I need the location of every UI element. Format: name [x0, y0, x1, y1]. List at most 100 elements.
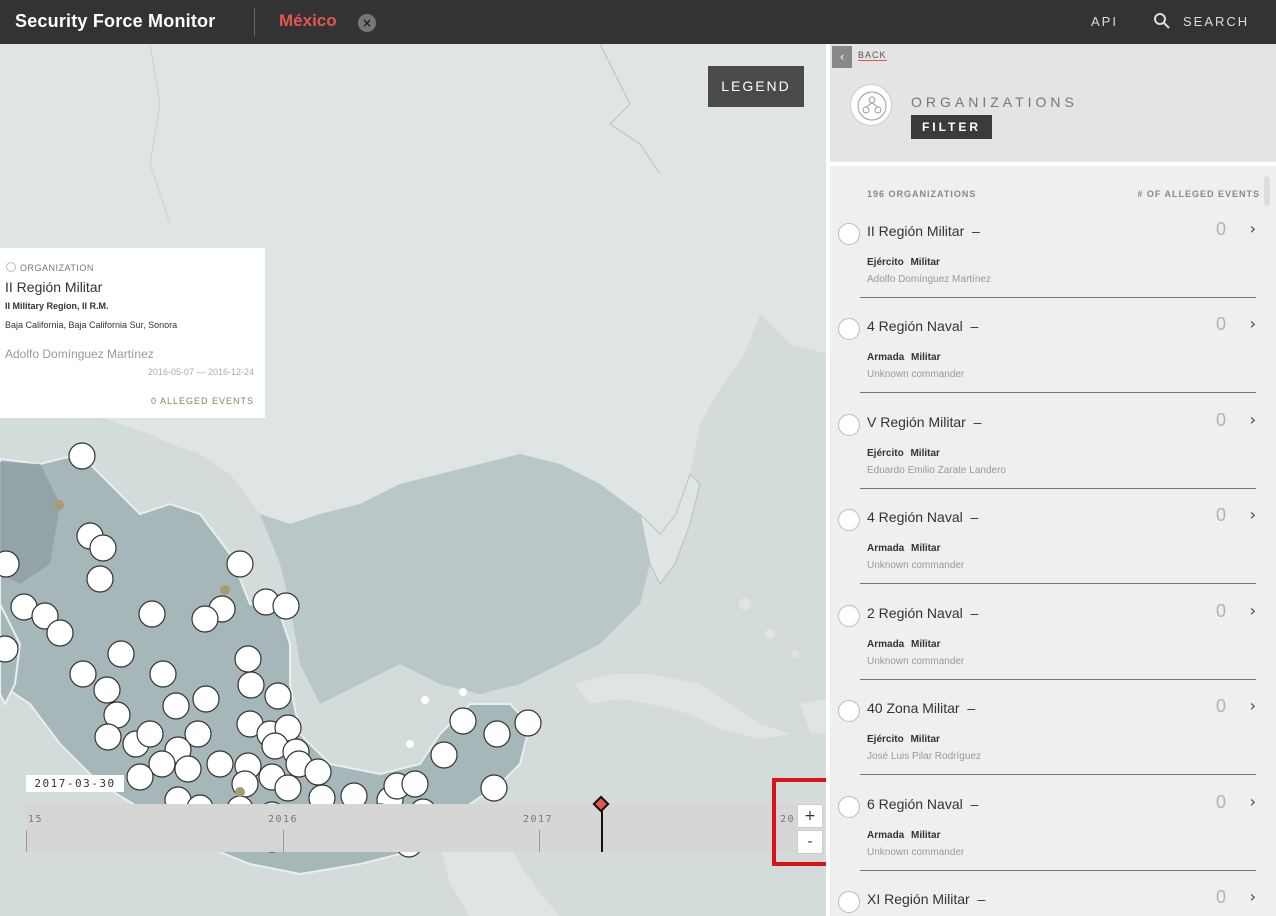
timeline-label: 15 [28, 814, 44, 825]
chevron-right-icon[interactable]: › [1250, 696, 1256, 715]
map-canvas[interactable]: LEGEND ORGANIZATION II Región Militar II… [0, 44, 826, 916]
organization-icon [838, 414, 860, 436]
country-selector[interactable]: México [279, 11, 337, 31]
org-item-commander: Unknown commander [867, 656, 965, 667]
organizations-panel: ‹ BACK ORGANIZATIONS FILTER 196 ORGANIZA… [826, 44, 1276, 916]
org-item-event-count: 0 [1215, 601, 1226, 621]
scrollbar[interactable] [1264, 176, 1270, 206]
top-navigation-bar: Security Force Monitor México × API SEAR… [0, 0, 1276, 44]
alleged-events-header[interactable]: # OF ALLEGED EVENTS [1137, 189, 1260, 199]
org-item-classification: Ejército Militar [867, 448, 940, 459]
popup-type-text: ORGANIZATION [20, 263, 94, 273]
current-date-label: 2017-03-30 [26, 775, 124, 792]
org-list-item[interactable]: 2 Región Naval – 0 › Armada Militar Unkn… [830, 593, 1276, 688]
divider [860, 583, 1256, 584]
org-item-name: 4 Región Naval – [867, 509, 979, 525]
org-list-item[interactable]: 6 Región Naval – 0 › Armada Militar Unkn… [830, 784, 1276, 879]
org-list-item[interactable]: II Región Militar – 0 › Ejército Militar… [830, 211, 1276, 306]
org-item-name: V Región Militar – [867, 414, 982, 430]
org-item-classification: Ejército Militar [867, 734, 940, 745]
search-icon[interactable] [1153, 12, 1171, 30]
popup-org-alias: II Military Region, II R.M. [5, 301, 109, 311]
org-item-name: 4 Región Naval – [867, 318, 979, 334]
org-item-classification: Armada Militar [867, 543, 941, 554]
chevron-right-icon[interactable]: › [1250, 219, 1256, 238]
popup-commander: Adolfo Domínguez Martínez [5, 347, 154, 361]
back-chevron-icon[interactable]: ‹ [832, 46, 852, 68]
clear-country-icon[interactable]: × [358, 14, 376, 32]
brand-divider [254, 8, 255, 36]
org-item-event-count: 0 [1215, 792, 1226, 812]
divider [860, 392, 1256, 393]
org-list-item[interactable]: 4 Región Naval – 0 › Armada Militar Unkn… [830, 497, 1276, 592]
timeline-tick [539, 830, 540, 852]
brand-logo[interactable]: Security Force Monitor [15, 11, 215, 32]
divider [860, 870, 1256, 871]
org-list-item[interactable]: 40 Zona Militar – 0 › Ejército Militar J… [830, 688, 1276, 783]
org-item-classification: Ejército Militar [867, 257, 940, 268]
timeline-bar[interactable]: 15 2016 2017 20 [26, 795, 796, 852]
timeline-tick [26, 830, 27, 852]
org-item-name: 6 Región Naval – [867, 796, 979, 812]
organization-icon [838, 700, 860, 722]
chevron-right-icon[interactable]: › [1250, 601, 1256, 620]
org-item-commander: Eduardo Emilio Zarate Landero [867, 465, 1006, 476]
popup-date-range: 2016-05-07 — 2016-12-24 [147, 367, 254, 377]
org-item-name: 40 Zona Militar – [867, 700, 976, 716]
panel-title: ORGANIZATIONS [911, 94, 1078, 110]
timeline-label: 2017 [523, 814, 554, 825]
chevron-right-icon[interactable]: › [1250, 314, 1256, 333]
back-link[interactable]: BACK [858, 50, 887, 61]
panel-header: ‹ BACK ORGANIZATIONS FILTER [830, 44, 1276, 166]
org-item-event-count: 0 [1215, 505, 1226, 525]
chevron-right-icon[interactable]: › [1250, 792, 1256, 811]
popup-area-of-operations: Baja California, Baja California Sur, So… [5, 320, 178, 330]
popup-org-name[interactable]: II Región Militar [5, 279, 102, 295]
org-item-event-count: 0 [1215, 314, 1226, 334]
organization-icon [838, 509, 860, 531]
organization-icon [6, 262, 16, 272]
organizations-icon [850, 84, 892, 126]
organization-icon [838, 223, 860, 245]
popup-alleged-events: 0 ALLEGED EVENTS [150, 396, 254, 406]
org-item-classification: Armada Militar [867, 830, 941, 841]
org-item-commander: Unknown commander [867, 560, 965, 571]
chevron-right-icon[interactable]: › [1250, 505, 1256, 524]
divider [860, 488, 1256, 489]
organization-icon [838, 796, 860, 818]
timeline-label: 2016 [268, 814, 299, 825]
org-item-name: II Región Militar – [867, 223, 980, 239]
org-item-commander: Unknown commander [867, 847, 965, 858]
divider [860, 297, 1256, 298]
chevron-right-icon[interactable]: › [1250, 410, 1256, 429]
divider [860, 679, 1256, 680]
org-item-commander: Unknown commander [867, 369, 965, 380]
popup-type-label: ORGANIZATION [6, 262, 94, 273]
organization-popup[interactable]: ORGANIZATION II Región Militar II Milita… [0, 248, 265, 418]
org-item-classification: Armada Militar [867, 352, 941, 363]
organizations-count: 196 ORGANIZATIONS [867, 189, 977, 199]
org-item-name: 2 Región Naval – [867, 605, 979, 621]
org-item-event-count: 0 [1215, 219, 1226, 239]
org-item-event-count: 0 [1215, 887, 1226, 907]
timeline-tick [283, 830, 284, 852]
search-link[interactable]: SEARCH [1183, 14, 1249, 29]
api-link[interactable]: API [1091, 14, 1118, 29]
org-item-name: XI Región Militar – [867, 891, 986, 907]
org-list-item[interactable]: XI Región Militar – 0 › [830, 879, 1276, 916]
org-item-event-count: 0 [1215, 696, 1226, 716]
organization-icon [838, 318, 860, 340]
chevron-right-icon[interactable]: › [1250, 887, 1256, 906]
org-item-commander: Adolfo Domínguez Martínez [867, 274, 991, 285]
org-item-event-count: 0 [1215, 410, 1226, 430]
highlight-annotation [772, 778, 826, 866]
legend-button[interactable]: LEGEND [708, 66, 804, 107]
org-item-commander: José Luis Pilar Rodríguez [867, 751, 981, 762]
filter-button[interactable]: FILTER [911, 115, 992, 139]
org-item-classification: Armada Militar [867, 639, 941, 650]
org-list-item[interactable]: V Región Militar – 0 › Ejército Militar … [830, 402, 1276, 497]
divider [860, 774, 1256, 775]
organization-icon [838, 605, 860, 627]
org-list-item[interactable]: 4 Región Naval – 0 › Armada Militar Unkn… [830, 306, 1276, 401]
organization-icon [838, 891, 860, 913]
